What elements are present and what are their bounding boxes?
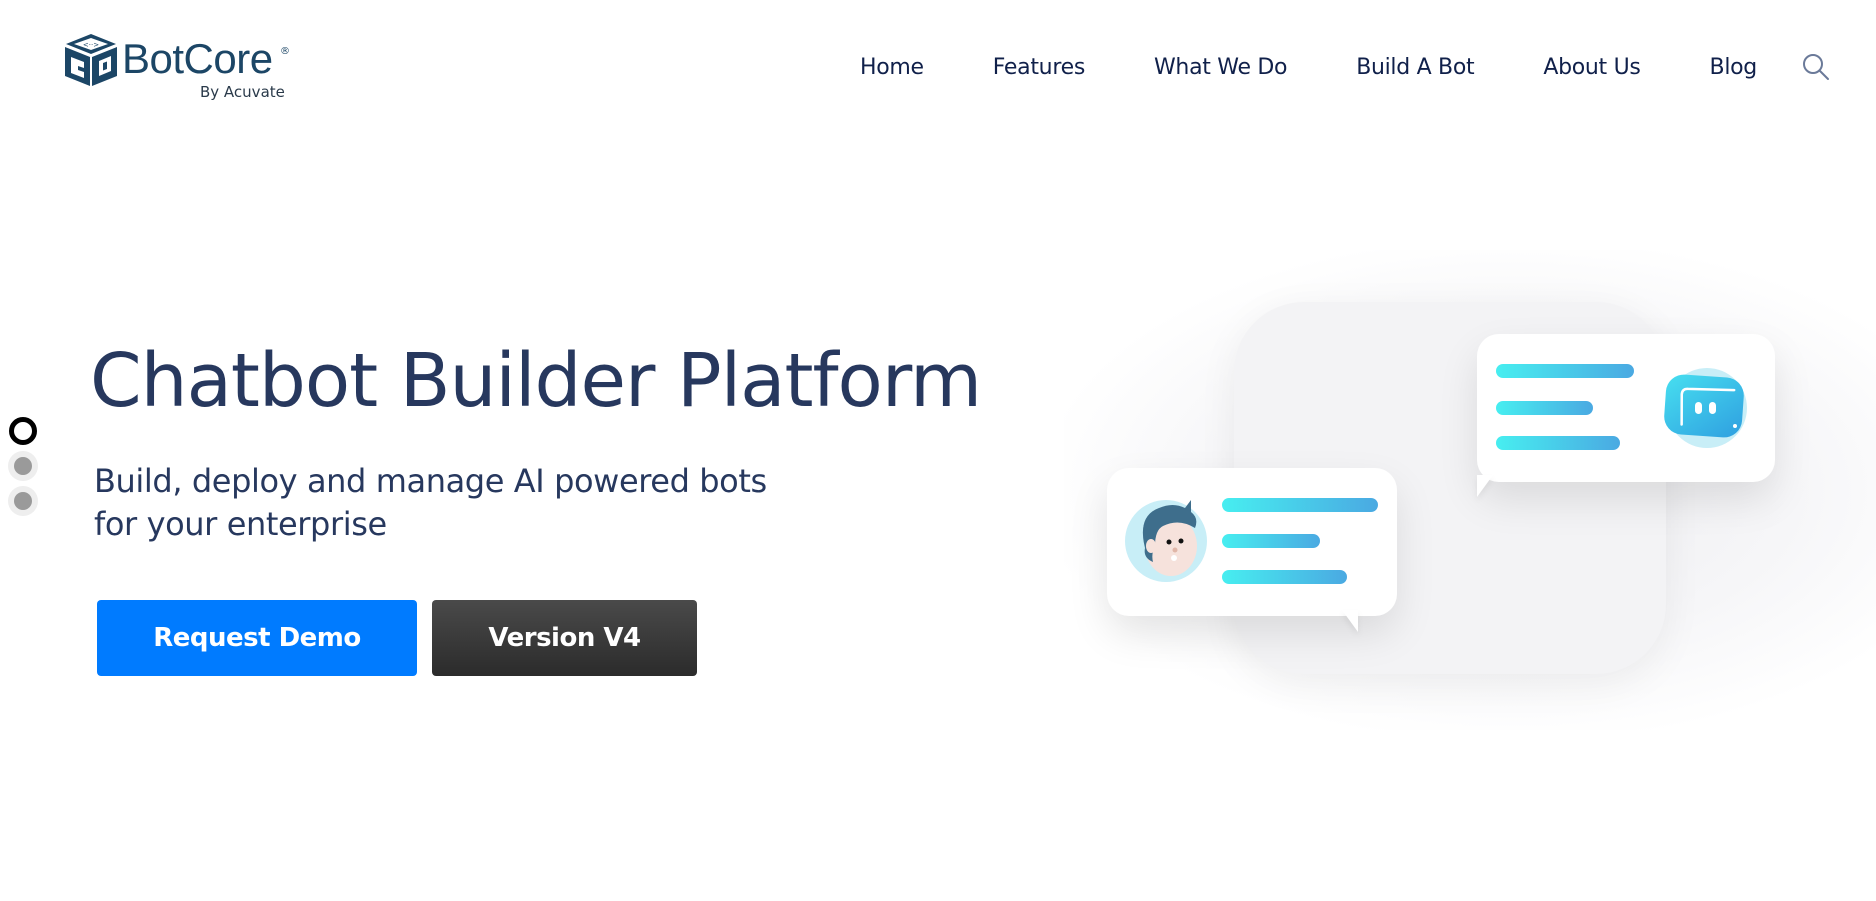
botcore-cube-icon: <··>: [65, 34, 117, 86]
site-header: <··> BotCore ® By Acuvate Home Features …: [0, 0, 1876, 135]
user-message-line: [1222, 498, 1378, 512]
bot-chat-bubble: [1477, 334, 1775, 482]
hero-title: Chatbot Builder Platform: [90, 338, 982, 424]
user-bubble-tail: [1342, 610, 1358, 632]
nav-about-us[interactable]: About Us: [1543, 55, 1641, 80]
slider-dot-2[interactable]: [8, 451, 38, 481]
search-icon[interactable]: [1801, 52, 1831, 82]
slider-dot-3[interactable]: [8, 486, 38, 516]
version-v4-button[interactable]: Version V4: [432, 600, 697, 676]
nav-build-a-bot[interactable]: Build A Bot: [1356, 55, 1474, 80]
slider-dot-1[interactable]: [9, 417, 37, 445]
user-avatar-icon: [1142, 500, 1197, 576]
nav-blog[interactable]: Blog: [1710, 55, 1758, 80]
nav-home[interactable]: Home: [860, 55, 924, 80]
bot-message-line: [1496, 364, 1634, 378]
user-message-line: [1222, 570, 1347, 584]
brand-name: BotCore: [122, 35, 273, 82]
nav-what-we-do[interactable]: What We Do: [1154, 55, 1288, 80]
slider-pagination: [8, 416, 38, 521]
chat-illustration: [1064, 250, 1876, 730]
bot-message-line: [1496, 401, 1593, 415]
bot-bubble-tail: [1477, 475, 1493, 497]
hero-subtitle: Build, deploy and manage AI powered bots…: [94, 462, 767, 543]
bot-face-icon: [1664, 374, 1744, 438]
registered-mark: ®: [280, 46, 290, 57]
logo[interactable]: <··> BotCore ® By Acuvate: [62, 32, 292, 102]
main-nav: Home Features What We Do Build A Bot Abo…: [860, 52, 1831, 82]
svg-text:<··>: <··>: [83, 41, 99, 49]
user-message-line: [1222, 534, 1320, 548]
request-demo-button[interactable]: Request Demo: [97, 600, 417, 676]
nav-features[interactable]: Features: [993, 55, 1086, 80]
user-chat-bubble: [1107, 468, 1397, 616]
bot-message-line: [1496, 436, 1620, 450]
brand-tagline: By Acuvate: [200, 83, 285, 101]
